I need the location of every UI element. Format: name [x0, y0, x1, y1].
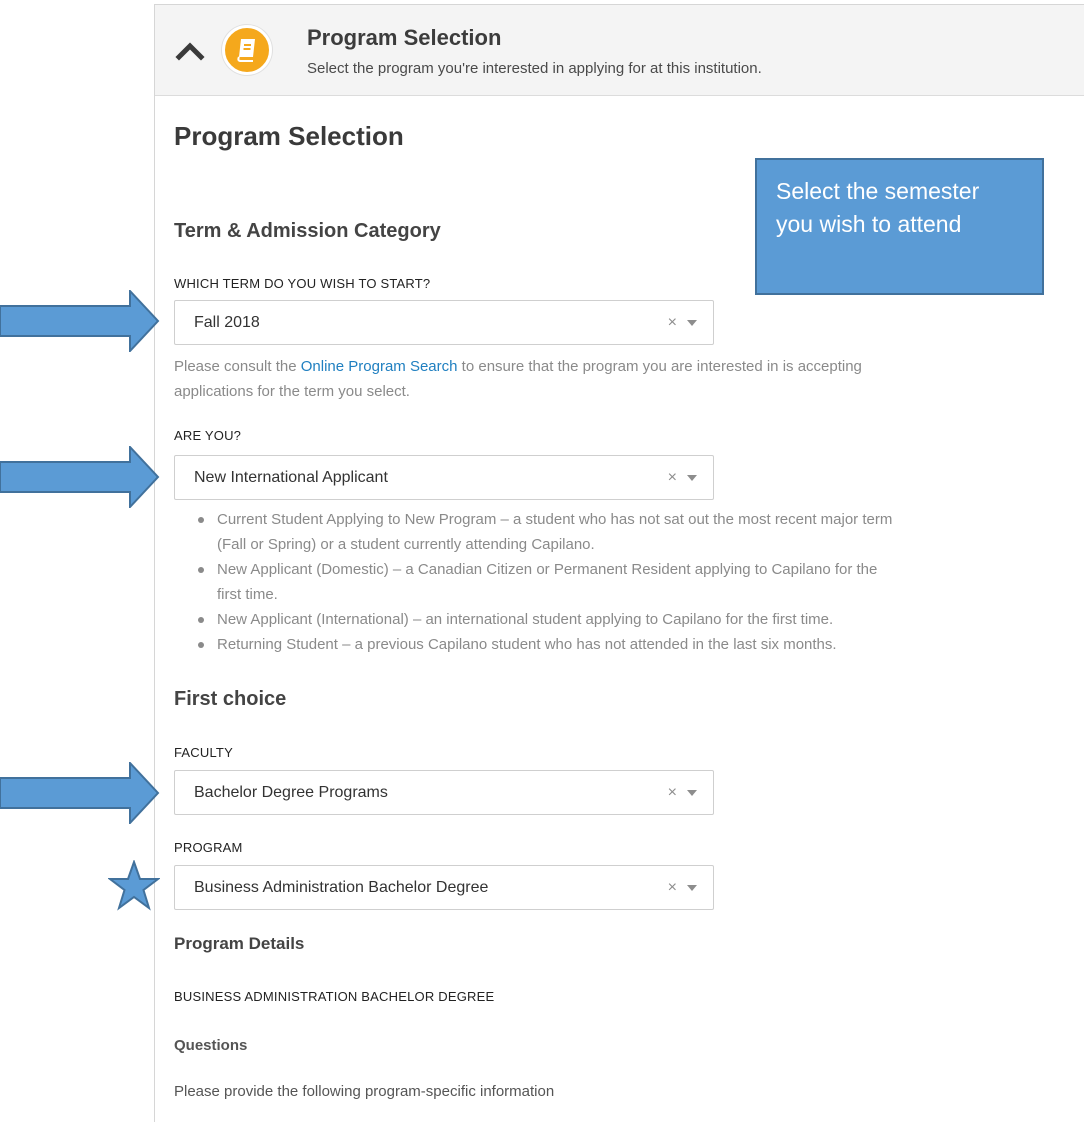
faculty-select[interactable]: Bachelor Degree Programs ×	[174, 770, 714, 815]
clear-icon[interactable]: ×	[668, 314, 677, 332]
clear-icon[interactable]: ×	[668, 469, 677, 487]
are-you-label: ARE YOU?	[174, 428, 242, 443]
applicant-type-list: Current Student Applying to New Program …	[195, 507, 1075, 657]
list-item: New Applicant (Domestic) – a Canadian Ci…	[195, 557, 1075, 607]
annotation-arrow-icon	[0, 446, 160, 508]
term-label: WHICH TERM DO YOU WISH TO START?	[174, 276, 431, 291]
program-details-heading: Program Details	[174, 934, 305, 953]
term-help-text: Please consult the Online Program Search…	[174, 354, 1074, 404]
questions-text: Please provide the following program-spe…	[174, 1083, 555, 1100]
faculty-label: FACULTY	[174, 745, 233, 760]
clear-icon[interactable]: ×	[668, 879, 677, 897]
header-subtitle: Select the program you're interested in …	[307, 60, 762, 77]
program-label: PROGRAM	[174, 840, 243, 855]
annotation-arrow-icon	[0, 290, 160, 352]
applicant-type-value: New International Applicant	[194, 469, 388, 486]
help-prefix: Please consult the	[174, 358, 297, 375]
list-item: New Applicant (International) – an inter…	[195, 607, 1075, 632]
annotation-arrow-icon	[0, 762, 160, 824]
list-item: Current Student Applying to New Program …	[195, 507, 1075, 557]
program-value: Business Administration Bachelor Degree	[194, 879, 489, 896]
applicant-type-select[interactable]: New International Applicant ×	[174, 455, 714, 500]
help-suffix: to ensure that the program you are inter…	[461, 358, 862, 375]
term-select[interactable]: Fall 2018 ×	[174, 300, 714, 345]
annotation-star-icon	[108, 860, 160, 911]
annotation-callout: Select the semester you wish to attend	[755, 158, 1044, 295]
program-select[interactable]: Business Administration Bachelor Degree …	[174, 865, 714, 910]
header-title: Program Selection	[307, 25, 502, 50]
page-title: Program Selection	[174, 121, 404, 151]
first-choice-heading: First choice	[174, 688, 287, 710]
term-admission-heading: Term & Admission Category	[174, 220, 441, 242]
clear-icon[interactable]: ×	[668, 784, 677, 802]
list-item: Returning Student – a previous Capilano …	[195, 632, 1075, 657]
questions-heading: Questions	[174, 1037, 248, 1054]
caret-down-icon[interactable]	[687, 320, 697, 326]
online-program-search-link[interactable]: Online Program Search	[301, 358, 458, 375]
chevron-up-icon[interactable]	[173, 35, 207, 65]
section-header[interactable]: Program Selection Select the program you…	[155, 5, 1084, 96]
program-name: BUSINESS ADMINISTRATION BACHELOR DEGREE	[174, 989, 495, 1004]
caret-down-icon[interactable]	[687, 475, 697, 481]
caret-down-icon[interactable]	[687, 790, 697, 796]
callout-line-1: Select the semester	[776, 178, 980, 204]
book-icon	[222, 25, 272, 75]
help-line-2: applications for the term you select.	[174, 383, 410, 400]
faculty-value: Bachelor Degree Programs	[194, 784, 388, 801]
callout-line-2: you wish to attend	[776, 211, 962, 237]
caret-down-icon[interactable]	[687, 885, 697, 891]
term-select-value: Fall 2018	[194, 314, 260, 331]
